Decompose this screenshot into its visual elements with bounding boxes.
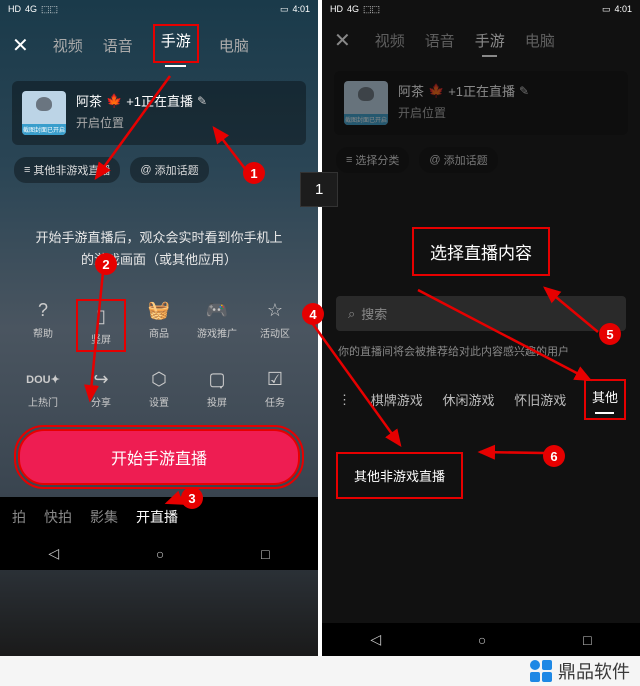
phone-right: HD4G⬚⬚ ▭4:01 ✕ 视频 语音 手游 电脑 截图封面已开启 阿茶🍁+1… (322, 0, 640, 656)
cat-board[interactable]: 棋牌游戏 (369, 386, 425, 413)
status-bar-r: HD4G⬚⬚ ▭4:01 (322, 0, 640, 18)
tab-mobile-game[interactable]: 手游 (153, 24, 199, 63)
badge-5: 5 (599, 323, 621, 345)
share-icon: ↪ (90, 368, 112, 390)
dou-icon: DOU✦ (32, 368, 54, 390)
settings-button[interactable]: ⬡设置 (134, 368, 184, 409)
tab-pc[interactable]: 电脑 (219, 35, 249, 56)
promo-button[interactable]: 🎮游戏推广 (192, 299, 242, 352)
btab-album[interactable]: 影集 (90, 507, 118, 527)
cat-casual[interactable]: 休闲游戏 (440, 386, 496, 413)
badge-2: 2 (95, 253, 117, 275)
nav-home-icon[interactable]: ○ (478, 632, 486, 648)
stream-card-r: 截图封面已开启 阿茶🍁+1正在直播✎ 开启位置 (334, 71, 628, 135)
help-button[interactable]: ?帮助 (18, 299, 68, 352)
location-toggle[interactable]: 开启位置 (76, 114, 296, 131)
tab-video[interactable]: 视频 (53, 35, 83, 56)
topic-chip-r[interactable]: @ 添加话题 (419, 147, 497, 173)
nav-back-icon[interactable]: ◁ (370, 631, 381, 648)
close-icon[interactable]: ✕ (12, 33, 29, 58)
share-button[interactable]: ↪分享 (76, 368, 126, 409)
search-hint: 你的直播间将会被推荐给对此内容感兴趣的用户 (322, 339, 640, 371)
dou-button[interactable]: DOU✦上热门 (18, 368, 68, 409)
avatar[interactable]: 截图封面已开启 (22, 91, 66, 135)
phone-left: HD4G⬚⬚ ▭4:01 ✕ 视频 语音 手游 电脑 截图封面已开启 阿茶🍁+1… (0, 0, 318, 656)
help-icon: ? (32, 299, 54, 321)
badge-3: 3 (181, 487, 203, 509)
topic-chip[interactable]: @ 添加话题 (130, 157, 208, 183)
nav-recent-icon[interactable]: □ (583, 632, 591, 648)
nav-bar: ◁ ○ □ (0, 537, 318, 570)
top-tabs-r: ✕ 视频 语音 手游 电脑 (322, 18, 640, 63)
status-bar: HD4G⬚⬚ ▭4:01 (0, 0, 318, 18)
settings-icon: ⬡ (148, 368, 170, 390)
stream-title[interactable]: 阿茶🍁+1正在直播 ✎ (76, 91, 296, 110)
icon-row-1: ?帮助 ▯竖屏 🧺商品 🎮游戏推广 ☆活动区 (0, 291, 318, 360)
category-chip-r[interactable]: ≡ 选择分类 (336, 147, 409, 173)
badge-1: 1 (243, 162, 265, 184)
tab-audio[interactable]: 语音 (103, 35, 133, 56)
badge-6: 6 (543, 445, 565, 467)
bottom-tabs: 拍 快拍 影集 开直播 (0, 497, 318, 537)
btab-live[interactable]: 开直播 (136, 507, 178, 527)
btab-shoot[interactable]: 拍 (12, 507, 26, 527)
nav-recent-icon[interactable]: □ (261, 546, 269, 562)
cat-other[interactable]: 其他 (584, 379, 626, 420)
portrait-button[interactable]: ▯竖屏 (76, 299, 126, 352)
watermark-logo-icon (530, 660, 552, 682)
task-button[interactable]: ☑任务 (250, 368, 300, 409)
btab-quick[interactable]: 快拍 (44, 507, 72, 527)
star-icon: ☆ (264, 299, 286, 321)
panel-title: 选择直播内容 (412, 227, 550, 276)
nav-bar-r: ◁ ○ □ (322, 623, 640, 656)
cat-more[interactable]: ⋮ (336, 388, 353, 412)
nav-back-icon[interactable]: ◁ (48, 545, 59, 562)
nav-home-icon[interactable]: ○ (156, 546, 164, 562)
badge-4: 4 (302, 303, 324, 325)
help-text: 开始手游直播后，观众会实时看到你手机上的游戏画面（或其他应用） (0, 187, 318, 291)
category-tabs: ⋮ 棋牌游戏 休闲游戏 怀旧游戏 其他 (322, 371, 640, 428)
shop-icon: 🧺 (148, 299, 170, 321)
start-stream-button[interactable]: 开始手游直播 (18, 429, 300, 485)
promo-icon: 🎮 (206, 299, 228, 321)
portrait-icon: ▯ (90, 305, 112, 327)
top-tabs: ✕ 视频 语音 手游 电脑 (0, 18, 318, 73)
search-input[interactable]: ⌕ 搜索 (336, 296, 626, 331)
activity-button[interactable]: ☆活动区 (250, 299, 300, 352)
close-icon[interactable]: ✕ (334, 28, 351, 53)
shop-button[interactable]: 🧺商品 (134, 299, 184, 352)
watermark: 鼎品软件 (530, 658, 630, 684)
cast-button[interactable]: ▢̣投屏 (192, 368, 242, 409)
cat-retro[interactable]: 怀旧游戏 (512, 386, 568, 413)
cast-icon: ▢̣ (206, 368, 228, 390)
task-icon: ☑ (264, 368, 286, 390)
result-other-nongame[interactable]: 其他非游戏直播 (336, 452, 463, 499)
category-chip[interactable]: ≡ 其他非游戏直播 (14, 157, 120, 183)
stream-card[interactable]: 截图封面已开启 阿茶🍁+1正在直播 ✎ 开启位置 (12, 81, 306, 145)
search-icon: ⌕ (348, 306, 355, 322)
edit-icon[interactable]: ✎ (197, 94, 207, 108)
icon-row-2: DOU✦上热门 ↪分享 ⬡设置 ▢̣投屏 ☑任务 (0, 360, 318, 417)
step-box-1: 1 (300, 172, 338, 207)
